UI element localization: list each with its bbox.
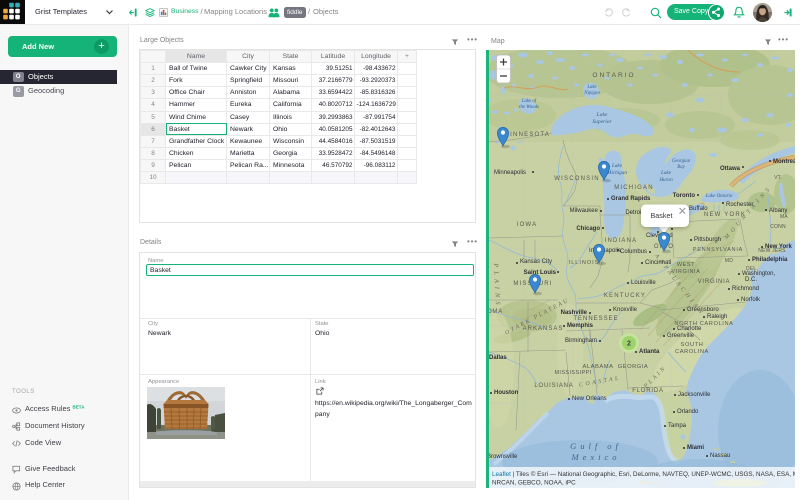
svg-text:Rochester: Rochester <box>726 202 753 208</box>
svg-text:NRCAN, GEBCO, NOAA, iPC: NRCAN, GEBCO, NOAA, iPC <box>492 480 576 487</box>
svg-text:Kansas City: Kansas City <box>520 259 552 265</box>
svg-text:ONTARIO: ONTARIO <box>592 72 635 79</box>
svg-text:Michigan: Michigan <box>606 170 627 176</box>
svg-text:WISCONSIN: WISCONSIN <box>554 176 599 182</box>
svg-text:SOUTH: SOUTH <box>681 342 704 348</box>
svg-text:Minneapolis: Minneapolis <box>494 170 526 176</box>
svg-text:Orlando: Orlando <box>677 409 699 415</box>
svg-text:Ottawa: Ottawa <box>720 166 741 172</box>
svg-text:D.C.: D.C. <box>745 277 757 283</box>
svg-text:Leaflet | Tiles © Esri — Natio: Leaflet | Tiles © Esri — National Geogra… <box>492 470 795 478</box>
svg-text:FLORIDA: FLORIDA <box>632 388 664 394</box>
svg-text:Miami: Miami <box>687 445 704 451</box>
svg-text:Memphis: Memphis <box>567 323 594 329</box>
svg-text:Gulf of: Gulf of <box>570 441 622 451</box>
svg-text:Chicago: Chicago <box>576 226 600 232</box>
svg-text:Birmingham: Birmingham <box>565 338 597 344</box>
svg-text:Atlanta: Atlanta <box>639 349 660 355</box>
svg-text:Louisville: Louisville <box>631 280 656 286</box>
svg-text:VIRGINIA: VIRGINIA <box>698 279 731 285</box>
svg-text:the Woods: the Woods <box>519 105 539 110</box>
svg-text:Nashville: Nashville <box>561 310 588 316</box>
svg-text:Huron: Huron <box>658 177 673 183</box>
svg-text:KENTUCKY: KENTUCKY <box>604 293 646 299</box>
svg-text:Saint Louis: Saint Louis <box>524 270 557 276</box>
svg-text:Pittsburgh: Pittsburgh <box>694 237 721 243</box>
svg-text:Lake of: Lake of <box>521 99 537 104</box>
svg-text:Detroit: Detroit <box>625 210 643 216</box>
svg-text:Lake Ontario: Lake Ontario <box>705 194 733 199</box>
svg-text:CAROLINA: CAROLINA <box>675 349 709 355</box>
svg-text:IOWA: IOWA <box>517 222 538 228</box>
svg-text:Milwaukee: Milwaukee <box>570 208 599 214</box>
svg-text:Buffalo: Buffalo <box>689 206 708 212</box>
svg-text:Lake: Lake <box>586 85 597 90</box>
svg-text:TENNESSEE: TENNESSEE <box>573 316 618 322</box>
svg-text:Tampa: Tampa <box>668 423 687 429</box>
svg-text:NEW YORK: NEW YORK <box>704 212 746 218</box>
svg-text:2: 2 <box>627 341 631 348</box>
svg-text:MICHIGAN: MICHIGAN <box>614 185 654 191</box>
svg-text:Bay: Bay <box>677 165 685 170</box>
svg-text:Norfolk: Norfolk <box>741 297 761 303</box>
svg-text:Lake: Lake <box>660 170 672 176</box>
svg-text:INDIANA: INDIANA <box>605 238 638 244</box>
svg-text:Philadelphia: Philadelphia <box>752 257 788 263</box>
svg-text:Dallas: Dallas <box>489 355 507 361</box>
svg-text:Lake: Lake <box>596 112 608 118</box>
svg-text:GEORGIA: GEORGIA <box>618 364 649 370</box>
svg-text:Greenville: Greenville <box>667 333 695 339</box>
svg-text:Superior: Superior <box>592 119 612 125</box>
svg-text:ALABAMA: ALABAMA <box>583 364 614 370</box>
svg-text:Toronto: Toronto <box>673 193 696 199</box>
svg-text:Jacksonville: Jacksonville <box>678 392 711 398</box>
svg-text:ILLINOIS: ILLINOIS <box>569 260 600 266</box>
svg-text:Raleigh: Raleigh <box>707 314 727 320</box>
svg-text:ARKANSAS: ARKANSAS <box>523 326 564 332</box>
svg-text:MA: MA <box>780 214 788 220</box>
svg-text:Basket: Basket <box>651 211 673 220</box>
svg-text:Mexico: Mexico <box>570 452 620 462</box>
svg-text:MD: MD <box>725 258 734 264</box>
svg-text:MINNESOTA: MINNESOTA <box>504 132 550 138</box>
svg-text:Charlotte: Charlotte <box>677 326 702 332</box>
svg-text:Nassau: Nassau <box>710 453 730 459</box>
svg-text:Houston: Houston <box>494 390 519 396</box>
svg-text:Cincinnati: Cincinnati <box>645 260 671 266</box>
svg-text:OMA: OMA <box>487 309 503 315</box>
svg-text:Greensboro: Greensboro <box>687 307 719 313</box>
svg-text:CONN: CONN <box>770 224 786 230</box>
svg-text:PENNSYLVANIA: PENNSYLVANIA <box>693 247 743 253</box>
svg-text:Montreal: Montreal <box>773 159 795 165</box>
svg-text:New Orleans: New Orleans <box>572 396 607 402</box>
svg-text:Columbus: Columbus <box>620 249 647 255</box>
svg-text:Brownsville: Brownsville <box>487 454 518 460</box>
svg-text:VT.: VT. <box>774 175 782 181</box>
svg-text:Richmond: Richmond <box>732 286 759 292</box>
svg-text:MISSISSIPPI: MISSISSIPPI <box>554 370 591 376</box>
svg-text:Nipigon: Nipigon <box>583 91 600 96</box>
svg-text:WEST: WEST <box>677 262 695 268</box>
svg-text:Lake: Lake <box>611 163 623 169</box>
svg-text:LOUISIANA: LOUISIANA <box>534 383 573 389</box>
svg-text:Knoxville: Knoxville <box>613 307 638 313</box>
svg-text:Grand Rapids: Grand Rapids <box>611 196 651 202</box>
svg-text:VIRGINIA: VIRGINIA <box>672 269 701 275</box>
svg-text:New York: New York <box>765 244 792 250</box>
svg-text:Georgian: Georgian <box>672 159 691 164</box>
svg-text:Albany: Albany <box>769 208 787 214</box>
